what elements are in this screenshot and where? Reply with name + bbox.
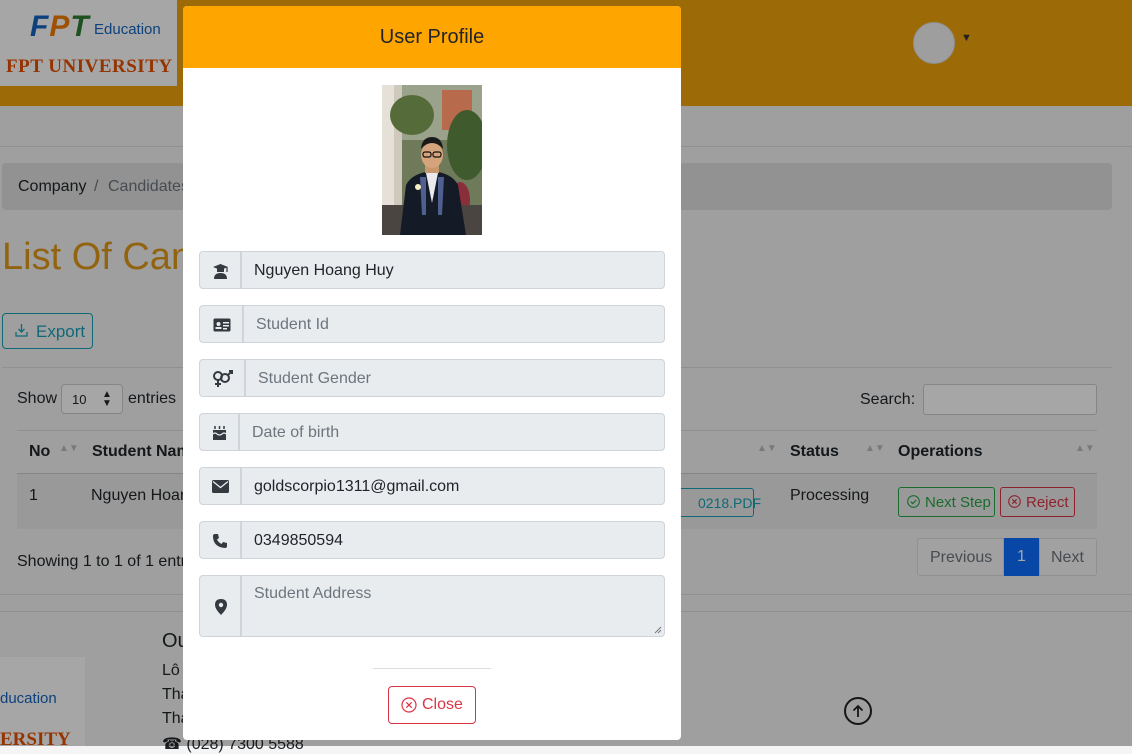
student-name-input[interactable]: Nguyen Hoang Huy (241, 251, 665, 289)
gender-addon (199, 359, 245, 397)
profile-photo (382, 85, 482, 235)
graduate-icon (213, 264, 228, 279)
id-card-icon (213, 318, 231, 332)
footer-divider (373, 668, 491, 669)
dob-addon (199, 413, 239, 451)
close-label: Close (422, 696, 463, 713)
phone-value: 0349850594 (254, 532, 343, 549)
address-placeholder: Student Address (254, 585, 372, 602)
gender-field-group: Student Gender (199, 359, 665, 397)
map-marker-icon (215, 599, 227, 615)
phone-icon (213, 534, 227, 548)
student-gender-input[interactable]: Student Gender (245, 359, 665, 397)
address-addon (199, 575, 241, 637)
envelope-icon (212, 480, 229, 493)
email-addon (199, 467, 241, 505)
dob-field-group: Date of birth (199, 413, 665, 451)
student-id-addon (199, 305, 243, 343)
phone-input[interactable]: 0349850594 (241, 521, 665, 559)
name-addon (199, 251, 241, 289)
name-field-group: Nguyen Hoang Huy (199, 251, 665, 289)
modal-title: User Profile (379, 26, 485, 48)
student-id-input[interactable]: Student Id (243, 305, 665, 343)
phone-field-group: 0349850594 (199, 521, 665, 559)
phone-addon (199, 521, 241, 559)
date-of-birth-input[interactable]: Date of birth (239, 413, 665, 451)
student-id-field-group: Student Id (199, 305, 665, 343)
student-id-placeholder: Student Id (256, 316, 329, 333)
gender-icon (213, 370, 233, 387)
modal-header: User Profile (183, 6, 681, 68)
date-of-birth-placeholder: Date of birth (252, 424, 340, 441)
email-field-group: goldscorpio1311@gmail.com (199, 467, 665, 505)
resize-handle-icon[interactable] (654, 626, 662, 634)
student-name-value: Nguyen Hoang Huy (254, 262, 394, 279)
close-button[interactable]: Close (388, 686, 476, 724)
x-circle-icon (401, 697, 417, 713)
birthday-cake-icon (212, 426, 227, 440)
email-value: goldscorpio1311@gmail.com (254, 478, 460, 495)
email-input[interactable]: goldscorpio1311@gmail.com (241, 467, 665, 505)
address-field-group: Student Address (199, 575, 665, 637)
student-gender-placeholder: Student Gender (258, 370, 371, 387)
user-profile-modal: User Profile Nguyen Hoang Huy Student Id… (183, 6, 681, 740)
address-textarea[interactable]: Student Address (241, 575, 665, 637)
